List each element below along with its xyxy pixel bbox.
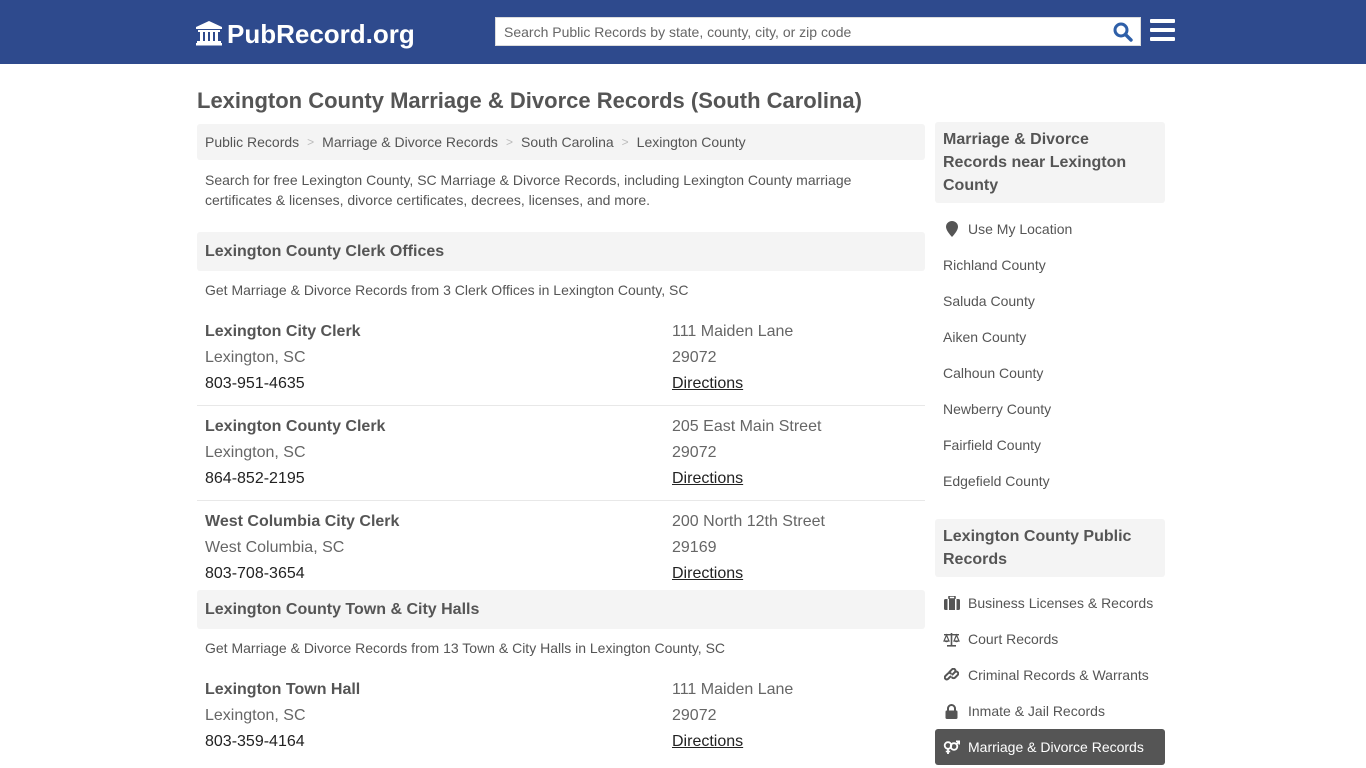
record-address: 111 Maiden Lane: [672, 323, 794, 340]
record-zip: 29072: [672, 707, 717, 724]
record-item: Lexington County Clerk Lexington, SC 864…: [197, 406, 925, 501]
hamburger-icon-bar: [1150, 19, 1175, 23]
nearby-county-link[interactable]: Aiken County: [935, 319, 1165, 355]
directions-link[interactable]: Directions: [672, 733, 743, 750]
logo-text: PubRecord.org: [227, 18, 415, 49]
sidebar-item-label: Inmate & Jail Records: [968, 703, 1105, 719]
nearby-county-link[interactable]: Fairfield County: [935, 427, 1165, 463]
public-records-list: Business Licenses & Records Court Record…: [935, 577, 1165, 765]
record-list: Lexington Town Hall Lexington, SC 803-35…: [197, 669, 925, 764]
nearby-county-link[interactable]: Saluda County: [935, 283, 1165, 319]
directions-link[interactable]: Directions: [672, 565, 743, 582]
record-phone: 803-951-4635: [205, 375, 305, 392]
sidebar-item-criminal-records[interactable]: Criminal Records & Warrants: [935, 657, 1165, 693]
breadcrumb-public-records[interactable]: Public Records: [205, 134, 299, 150]
record-city: West Columbia, SC: [205, 539, 345, 556]
sidebar-item-label: Criminal Records & Warrants: [968, 667, 1149, 683]
sidebar-item-business-licenses[interactable]: Business Licenses & Records: [935, 585, 1165, 621]
breadcrumb-separator: >: [307, 135, 315, 149]
record-zip: 29072: [672, 444, 717, 461]
breadcrumb-separator: >: [506, 135, 514, 149]
record-address: 205 East Main Street: [672, 418, 822, 435]
record-city: Lexington, SC: [205, 349, 306, 366]
record-name: Lexington Town Hall: [205, 681, 361, 698]
hamburger-icon-bar: [1150, 28, 1175, 32]
marriage-icon: [943, 739, 960, 755]
courthouse-icon: [196, 21, 222, 46]
use-my-location-label: Use My Location: [968, 221, 1073, 237]
breadcrumb-south-carolina[interactable]: South Carolina: [521, 134, 614, 150]
sidebar-item-court-records[interactable]: Court Records: [935, 621, 1165, 657]
record-item: Lexington Town Hall Lexington, SC 803-35…: [197, 669, 925, 764]
sidebar-item-label: Marriage & Divorce Records: [968, 739, 1144, 755]
record-zip: 29169: [672, 539, 717, 556]
map-marker-icon: [943, 221, 960, 237]
sidebar-public-records-title: Lexington County Public Records: [935, 519, 1165, 577]
intro-text: Search for free Lexington County, SC Mar…: [205, 172, 852, 208]
record-address: 111 Maiden Lane: [672, 681, 794, 698]
scale-icon: [943, 631, 960, 647]
section-description: Get Marriage & Divorce Records from 3 Cl…: [205, 282, 689, 298]
sidebar: Marriage & Divorce Records near Lexingto…: [935, 122, 1165, 765]
nearby-county-link[interactable]: Richland County: [935, 247, 1165, 283]
record-item: West Columbia City Clerk West Columbia, …: [197, 501, 925, 596]
breadcrumb-marriage-divorce[interactable]: Marriage & Divorce Records: [322, 134, 498, 150]
record-name: Lexington City Clerk: [205, 323, 361, 340]
link-icon: [943, 667, 960, 683]
search-button[interactable]: [1106, 18, 1140, 45]
page-title: Lexington County Marriage & Divorce Reco…: [197, 88, 862, 113]
use-my-location-link[interactable]: Use My Location: [935, 211, 1165, 247]
section-title-clerk-offices: Lexington County Clerk Offices: [197, 232, 925, 271]
sidebar-item-label: Court Records: [968, 631, 1059, 647]
logo-link[interactable]: PubRecord.org: [195, 17, 415, 51]
search-input[interactable]: [496, 18, 1106, 45]
sidebar-item-inmate-jail[interactable]: Inmate & Jail Records: [935, 693, 1165, 729]
record-phone: 864-852-2195: [205, 470, 305, 487]
record-phone: 803-359-4164: [205, 733, 305, 750]
sidebar-item-label: Business Licenses & Records: [968, 595, 1154, 611]
record-address: 200 North 12th Street: [672, 513, 825, 530]
record-item: Lexington City Clerk Lexington, SC 803-9…: [197, 311, 925, 406]
directions-link[interactable]: Directions: [672, 375, 743, 392]
search-box: [495, 17, 1141, 46]
breadcrumb-separator: >: [621, 135, 629, 149]
directions-link[interactable]: Directions: [672, 470, 743, 487]
record-phone: 803-708-3654: [205, 565, 305, 582]
record-name: Lexington County Clerk: [205, 418, 386, 435]
hamburger-icon-bar: [1150, 37, 1175, 41]
nearby-county-link[interactable]: Calhoun County: [935, 355, 1165, 391]
nearby-list: Use My Location Richland County Saluda C…: [935, 203, 1165, 499]
nearby-county-link[interactable]: Edgefield County: [935, 463, 1165, 499]
main-content: Public Records > Marriage & Divorce Reco…: [197, 124, 925, 764]
record-name: West Columbia City Clerk: [205, 513, 400, 530]
nearby-county-link[interactable]: Newberry County: [935, 391, 1165, 427]
record-city: Lexington, SC: [205, 444, 306, 461]
site-header: PubRecord.org: [0, 0, 1366, 64]
breadcrumb-lexington-county[interactable]: Lexington County: [637, 134, 746, 150]
record-zip: 29072: [672, 349, 717, 366]
search-icon: [1113, 22, 1133, 42]
record-list: Lexington City Clerk Lexington, SC 803-9…: [197, 311, 925, 596]
breadcrumb: Public Records > Marriage & Divorce Reco…: [197, 124, 925, 160]
briefcase-icon: [943, 595, 960, 611]
section-description: Get Marriage & Divorce Records from 13 T…: [205, 640, 726, 656]
sidebar-item-marriage-divorce[interactable]: Marriage & Divorce Records: [935, 729, 1165, 765]
lock-icon: [943, 703, 960, 719]
menu-button[interactable]: [1150, 19, 1176, 43]
sidebar-nearby-title: Marriage & Divorce Records near Lexingto…: [935, 122, 1165, 203]
record-city: Lexington, SC: [205, 707, 306, 724]
